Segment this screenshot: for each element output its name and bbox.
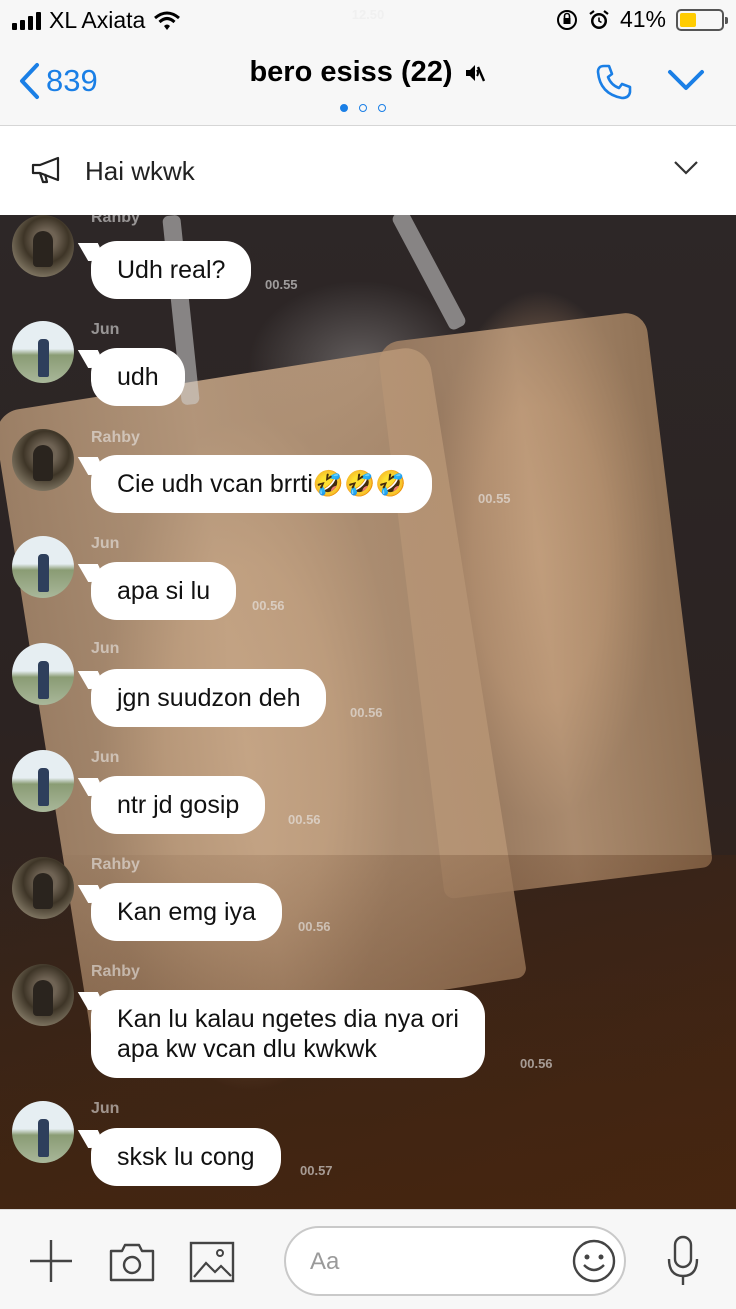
message-bubble[interactable]: Cie udh vcan brrti🤣🤣🤣 [91, 455, 433, 513]
alarm-icon [589, 9, 609, 29]
page-indicator [340, 104, 386, 112]
avatar[interactable] [12, 857, 74, 919]
message-bubble[interactable]: ntr jd gosip [91, 776, 266, 834]
phone-icon[interactable] [594, 62, 634, 102]
avatar[interactable] [12, 321, 74, 383]
sender-name: Rahby [91, 215, 140, 226]
message-bubble[interactable]: jgn suudzon deh [91, 669, 327, 727]
input-bar [0, 1209, 736, 1309]
chat-title-text: bero esiss (22) [249, 56, 453, 88]
announcement-bar[interactable]: Hai wkwk [0, 127, 736, 215]
chat-area[interactable]: Rahby Udh real? 00.55 Jun udh Rahby Cie … [0, 215, 736, 1209]
message-time: 00.56 [350, 705, 383, 720]
battery-percent: 41% [619, 6, 666, 32]
message-time: 00.55 [265, 277, 298, 292]
message-time: 00.56 [252, 598, 285, 613]
sender-name: Rahby [91, 963, 140, 980]
image-icon[interactable] [189, 1241, 235, 1283]
orientation-lock-icon [556, 9, 577, 30]
message-time: 00.56 [298, 919, 331, 934]
sender-name: Jun [91, 321, 120, 338]
plus-icon[interactable] [28, 1238, 74, 1284]
emoji-icon[interactable] [571, 1238, 617, 1284]
sender-name: Jun [91, 1100, 120, 1117]
avatar[interactable] [12, 964, 74, 1026]
page-dot [359, 104, 367, 112]
status-bar: XL Axiata 12.50 41% [0, 0, 736, 40]
avatar[interactable] [12, 215, 74, 277]
message-time: 00.55 [478, 491, 511, 506]
sender-name: Jun [91, 535, 120, 552]
message-bubble[interactable]: Kan lu kalau ngetes dia nya ori apa kw v… [91, 990, 485, 1078]
message-bubble[interactable]: udh [91, 348, 185, 406]
message-time: 00.57 [300, 1163, 333, 1178]
chevron-down-icon[interactable] [672, 159, 700, 177]
microphone-icon[interactable] [665, 1234, 701, 1288]
message-bubble[interactable]: Kan emg iya [91, 883, 282, 941]
camera-icon[interactable] [108, 1241, 156, 1283]
battery-icon [676, 8, 728, 31]
message-input[interactable] [310, 1248, 560, 1276]
nav-bar: 839 bero esiss (22) [0, 40, 736, 126]
mute-icon [463, 61, 487, 85]
avatar[interactable] [12, 429, 74, 491]
avatar[interactable] [12, 750, 74, 812]
sender-name: Rahby [91, 429, 140, 446]
avatar[interactable] [12, 536, 74, 598]
message-time: 00.56 [288, 812, 321, 827]
sender-name: Jun [91, 640, 120, 657]
avatar[interactable] [12, 1101, 74, 1163]
message-time: 00.56 [520, 1056, 553, 1071]
page-dot [340, 104, 348, 112]
message-bubble[interactable]: Udh real? [91, 241, 252, 299]
message-bubble[interactable]: sksk lu cong [91, 1128, 281, 1186]
background-photo [390, 215, 468, 332]
chevron-down-icon[interactable] [666, 66, 706, 94]
page-dot [378, 104, 386, 112]
announcement-text: Hai wkwk [85, 156, 195, 186]
sender-name: Rahby [91, 856, 140, 873]
message-bubble[interactable]: apa si lu [91, 562, 237, 620]
avatar[interactable] [12, 643, 74, 705]
megaphone-icon [31, 156, 60, 184]
sender-name: Jun [91, 749, 120, 766]
